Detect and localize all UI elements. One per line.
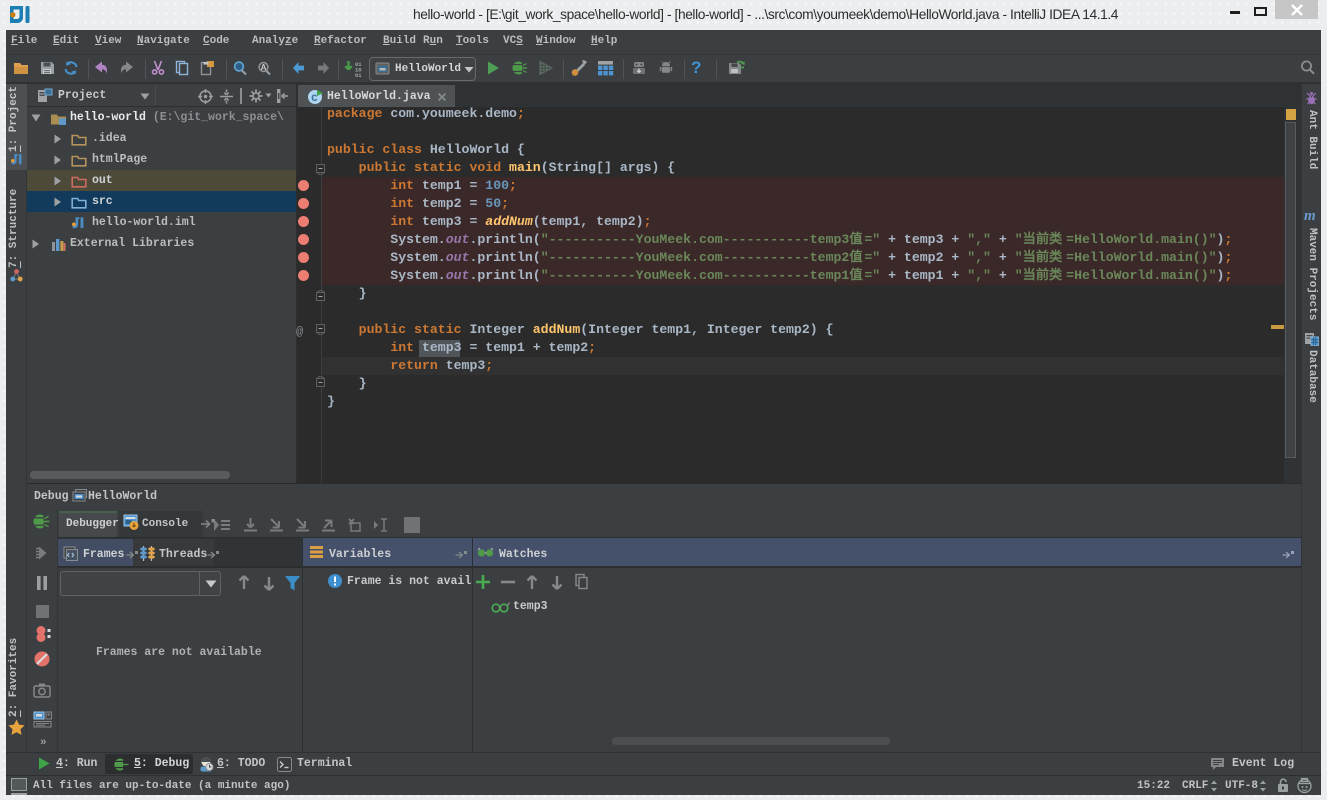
svg-text:A: A — [261, 63, 267, 72]
svg-text:01: 01 — [355, 72, 362, 77]
